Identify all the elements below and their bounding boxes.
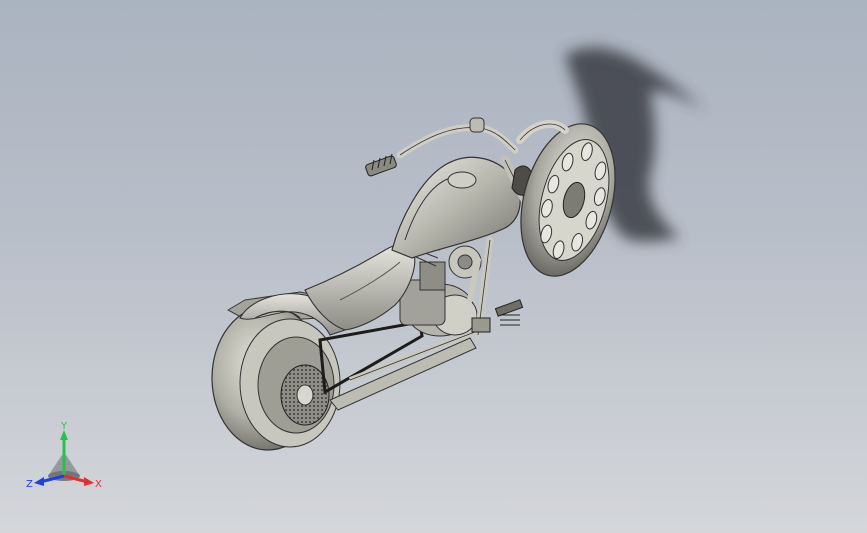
triad-x-label: X	[95, 479, 102, 490]
triad-x-arrow-icon	[84, 477, 94, 486]
triad-z-arrow-icon	[34, 477, 44, 486]
cad-viewport[interactable]: Y X Z	[0, 0, 867, 533]
triad-z-label: Z	[26, 479, 33, 490]
fuel-tank	[391, 156, 521, 259]
orientation-triad[interactable]: Y X Z	[24, 420, 104, 500]
triad-y-label: Y	[60, 421, 68, 432]
motorcycle-model-scene[interactable]	[0, 0, 867, 533]
rear-wheel	[211, 305, 341, 451]
swingarm	[329, 337, 477, 411]
